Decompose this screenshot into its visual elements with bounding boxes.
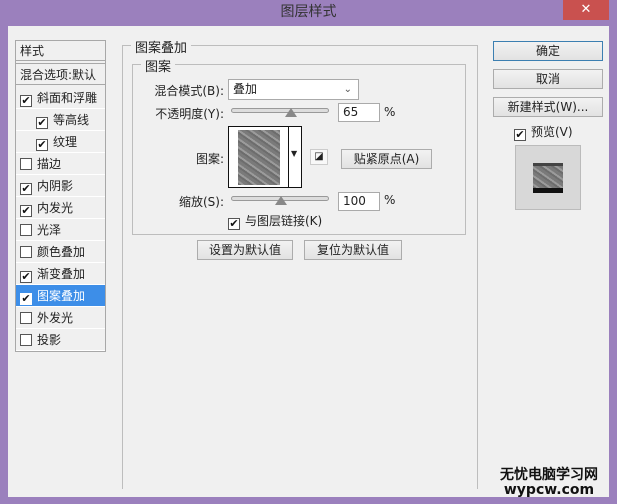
link-with-layer-label: 与图层链接(K)	[245, 214, 323, 228]
reset-default-button[interactable]: 复位为默认值	[304, 240, 402, 260]
link-with-layer-checkbox[interactable]: ✔ 与图层链接(K)	[228, 212, 322, 230]
close-button[interactable]: ✕	[563, 0, 609, 20]
opacity-input[interactable]: 65	[338, 103, 380, 122]
ok-button[interactable]: 确定	[493, 41, 603, 61]
preview-checkbox[interactable]: ✔ 预览(V)	[514, 123, 573, 141]
checkbox[interactable]: ✔	[20, 205, 32, 217]
sidebar-item[interactable]: 光泽	[16, 219, 105, 241]
pattern-swatch	[238, 130, 280, 185]
sidebar-item[interactable]: 外发光	[16, 307, 105, 329]
styles-header: 样式	[16, 41, 105, 61]
sidebar-item-label: 等高线	[53, 113, 90, 127]
checkbox[interactable]	[20, 224, 32, 236]
checkmark-icon: ✔	[228, 217, 240, 230]
sidebar-item-label: 描边	[37, 157, 62, 171]
blend-mode-select[interactable]: 叠加 ⌄	[228, 79, 359, 100]
sidebar-item-label: 颜色叠加	[37, 245, 86, 259]
sidebar-item-label: 渐变叠加	[37, 267, 86, 281]
opacity-slider[interactable]	[231, 108, 329, 117]
watermark-line2: wypcw.com	[503, 482, 595, 498]
sidebar-item[interactable]: ✔ 渐变叠加	[16, 263, 105, 285]
new-preset-icon[interactable]: ◪	[310, 149, 328, 165]
sidebar-item-label: 纹理	[53, 135, 78, 149]
sidebar-item[interactable]: 颜色叠加	[16, 241, 105, 263]
style-preview	[515, 145, 581, 210]
checkbox[interactable]: ✔	[20, 271, 32, 283]
window-title: 图层样式	[280, 4, 337, 20]
scale-percent: %	[384, 193, 396, 207]
watermark-line1: 无忧电脑学习网	[500, 467, 598, 483]
snap-to-origin-button[interactable]: 贴紧原点(A)	[341, 149, 432, 169]
checkbox[interactable]: ✔	[20, 95, 32, 107]
dropdown-arrow-icon[interactable]: ▼	[291, 149, 297, 158]
checkbox[interactable]	[20, 158, 32, 170]
pattern-label: 图案:	[195, 152, 224, 166]
checkmark-icon: ✔	[514, 128, 526, 141]
sidebar-item[interactable]: ✔ 内发光	[16, 197, 105, 219]
scale-slider-thumb[interactable]	[275, 196, 287, 205]
sidebar-item-label: 内阴影	[37, 179, 74, 193]
sidebar-item-label: 内发光	[37, 201, 74, 215]
checkbox[interactable]	[20, 246, 32, 258]
sidebar-item[interactable]: ✔ 内阴影	[16, 175, 105, 197]
sidebar-item-label: 图案叠加	[37, 289, 86, 303]
sidebar-item-label: 投影	[37, 333, 62, 347]
checkbox[interactable]: ✔	[36, 139, 48, 151]
set-default-button[interactable]: 设置为默认值	[197, 240, 293, 260]
new-style-button[interactable]: 新建样式(W)...	[493, 97, 603, 117]
sidebar-item[interactable]: 描边	[16, 153, 105, 175]
sidebar-item-label: 光泽	[37, 223, 62, 237]
watermark: 无忧电脑学习网 wypcw.com	[500, 468, 598, 498]
sidebar-item[interactable]: ✔ 斜面和浮雕	[16, 87, 105, 109]
group-title: 图案叠加	[131, 37, 192, 56]
preview-label: 预览(V)	[531, 125, 573, 139]
preview-thumbnail	[533, 163, 563, 193]
sidebar-item[interactable]: ✔ 等高线	[16, 109, 105, 131]
opacity-percent: %	[384, 105, 396, 119]
checkbox[interactable]	[20, 334, 32, 346]
opacity-slider-thumb[interactable]	[284, 108, 297, 117]
sidebar-item-blend-options[interactable]: 混合选项:默认	[16, 63, 105, 85]
scale-input[interactable]: 100	[338, 192, 380, 211]
chevron-down-icon: ⌄	[343, 84, 352, 95]
sidebar-item[interactable]: ✔ 纹理	[16, 131, 105, 153]
cancel-button[interactable]: 取消	[493, 69, 603, 89]
sidebar-item-label: 外发光	[37, 311, 74, 325]
sidebar-item[interactable]: 投影	[16, 329, 105, 351]
checkbox[interactable]: ✔	[20, 293, 32, 305]
pattern-picker[interactable]: ▼	[228, 126, 302, 188]
blend-mode-label: 混合模式(B):	[154, 84, 224, 98]
opacity-label: 不透明度(Y):	[155, 107, 224, 121]
subgroup-title: 图案	[141, 56, 176, 75]
sidebar-item[interactable]: ✔ 图案叠加	[16, 285, 105, 307]
checkbox[interactable]: ✔	[20, 183, 32, 195]
checkbox[interactable]: ✔	[36, 117, 48, 129]
blend-mode-value: 叠加	[233, 82, 258, 96]
checkbox[interactable]	[20, 312, 32, 324]
scale-label: 缩放(S):	[178, 195, 224, 209]
styles-list: 样式 混合选项:默认 ✔ 斜面和浮雕 ✔ 等高线 ✔ 纹理描边 ✔ 内阴影 ✔ 内发光光泽颜色叠加…	[15, 40, 106, 352]
scale-slider[interactable]	[231, 196, 329, 205]
sidebar-item-label: 斜面和浮雕	[37, 91, 98, 105]
